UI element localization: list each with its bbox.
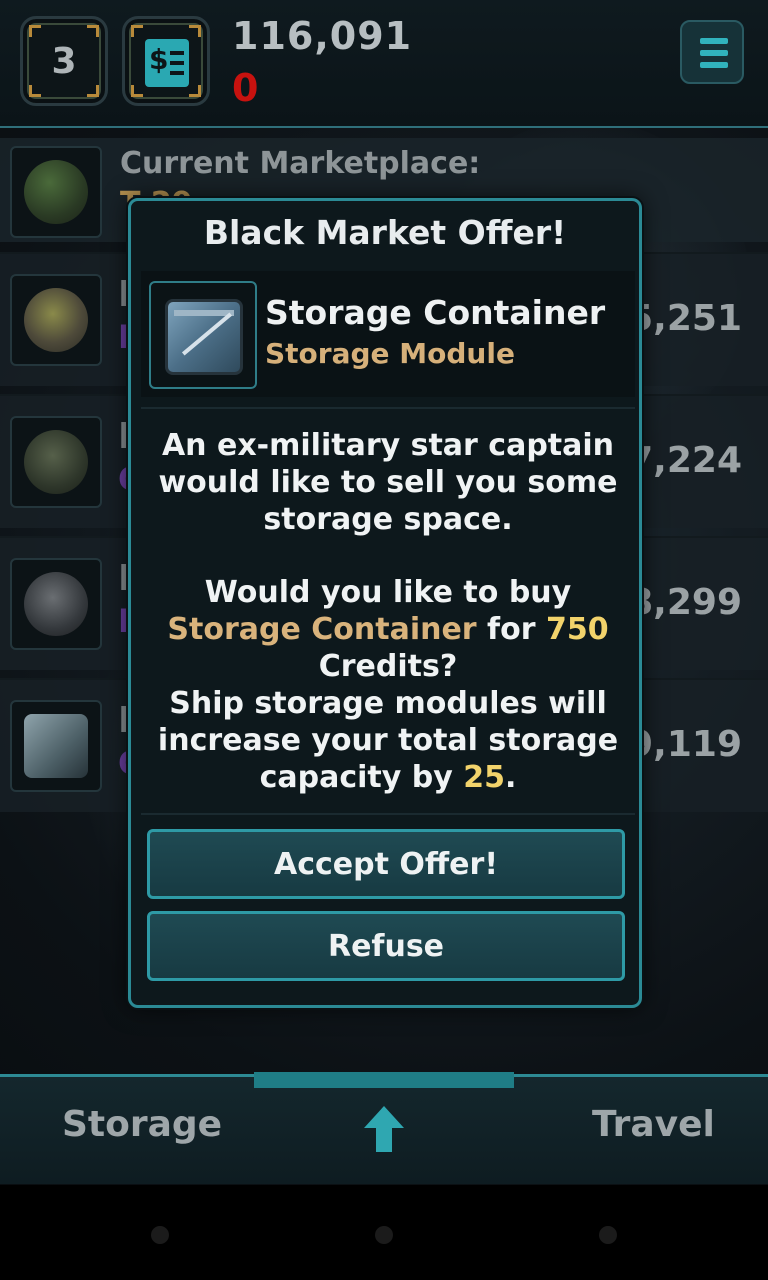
item-thumbnail bbox=[10, 558, 102, 650]
refuse-button[interactable]: Refuse bbox=[147, 911, 625, 981]
item-price: 9,119 bbox=[628, 724, 742, 765]
planet-thumbnail bbox=[10, 146, 102, 238]
offer-item-type: Storage Module bbox=[265, 337, 515, 370]
item-thumbnail bbox=[10, 700, 102, 792]
bill-icon: $ bbox=[145, 39, 189, 87]
menu-button[interactable] bbox=[680, 20, 744, 84]
dialog-title: Black Market Offer! bbox=[203, 213, 567, 252]
question-price: 750 bbox=[545, 612, 609, 647]
marketplace-label: Current Marketplace: bbox=[120, 146, 481, 181]
offer-info: Ship storage modules will increase your … bbox=[157, 686, 619, 795]
item-thumbnail bbox=[10, 416, 102, 508]
black-market-dialog: Black Market Offer! Storage Container St… bbox=[128, 198, 642, 1008]
item-thumbnail bbox=[10, 274, 102, 366]
nav-home-icon[interactable] bbox=[375, 1226, 393, 1244]
item-price: 8,299 bbox=[628, 582, 742, 623]
divider bbox=[141, 407, 635, 409]
debt-value: 0 bbox=[232, 66, 259, 110]
level-value: 3 bbox=[51, 40, 77, 82]
nav-back-icon[interactable] bbox=[151, 1226, 169, 1244]
top-bar: 3 $ 116,091 0 bbox=[0, 0, 768, 128]
storage-crate-icon bbox=[165, 299, 243, 375]
bill-button[interactable]: $ bbox=[122, 16, 210, 106]
storage-container-thumbnail bbox=[149, 281, 257, 389]
offer-question: Would you like to buy Storage Container … bbox=[167, 575, 609, 684]
tab-storage[interactable]: Storage bbox=[62, 1104, 222, 1145]
question-item-name: Storage Container bbox=[167, 612, 477, 647]
offer-description: An ex-military star captain would like t… bbox=[158, 428, 618, 537]
tab-travel[interactable]: Travel bbox=[592, 1104, 715, 1145]
nav-recents-icon[interactable] bbox=[599, 1226, 617, 1244]
credits-value: 116,091 bbox=[232, 14, 413, 58]
info-amount: 25 bbox=[463, 760, 505, 795]
offer-item-card: Storage Container Storage Module bbox=[141, 271, 635, 397]
divider bbox=[141, 813, 635, 815]
item-price: 7,224 bbox=[628, 440, 742, 481]
accept-offer-button[interactable]: Accept Offer! bbox=[147, 829, 625, 899]
up-arrow-icon[interactable] bbox=[364, 1106, 404, 1152]
tab-indicator bbox=[254, 1072, 514, 1088]
level-button[interactable]: 3 bbox=[20, 16, 108, 106]
item-price: 5,251 bbox=[628, 298, 742, 339]
offer-item-name: Storage Container bbox=[265, 293, 606, 332]
